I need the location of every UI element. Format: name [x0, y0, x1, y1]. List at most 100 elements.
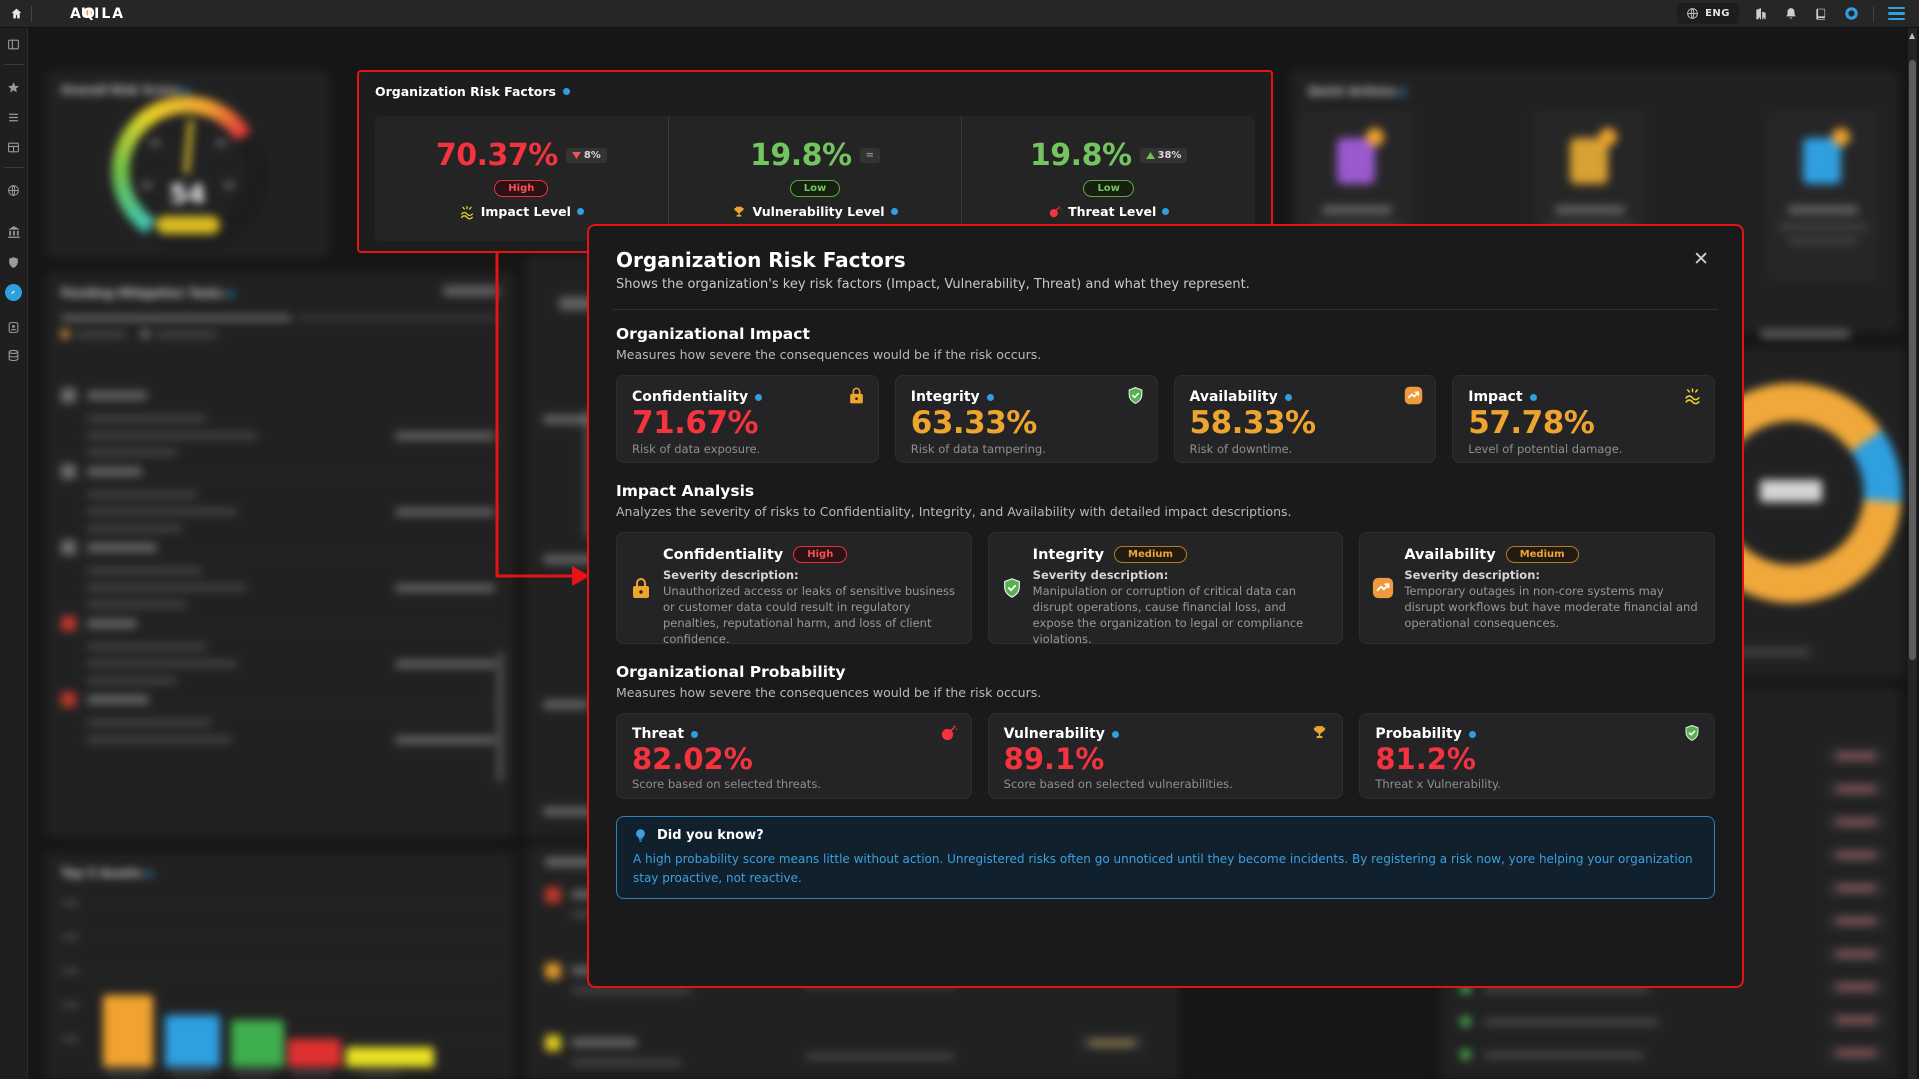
- card-desc: Threat x Vulnerability.: [1375, 777, 1699, 791]
- impact-wave-icon: [459, 204, 475, 220]
- vulnerability-card: Vulnerability 89.1% Score based on selec…: [988, 713, 1344, 799]
- building-icon[interactable]: [1753, 6, 1769, 22]
- sidebar-favorites-icon[interactable]: [6, 79, 22, 95]
- info-dot[interactable]: [577, 208, 584, 215]
- card-title: Integrity: [1033, 547, 1104, 563]
- card-value: 57.78%: [1468, 406, 1699, 440]
- lock-icon: [847, 386, 866, 405]
- bar-2: [165, 1015, 220, 1067]
- modal-divider: [613, 309, 1718, 310]
- sidebar-shield-icon[interactable]: [6, 254, 22, 270]
- risk-card-title: Organization Risk Factors: [375, 84, 1255, 99]
- vulnerability-delta-badge: =: [860, 148, 880, 163]
- sidebar-divider: [4, 64, 24, 65]
- modal-subtitle: Shows the organization's key risk factor…: [616, 277, 1250, 292]
- impact-value: 70.37%: [436, 138, 558, 173]
- topbar-divider: [1873, 6, 1874, 22]
- card-desc: Risk of data tampering.: [911, 442, 1142, 456]
- tip-title: Did you know?: [657, 828, 764, 843]
- info-dot[interactable]: [755, 394, 762, 401]
- severity-pill: Medium: [1506, 546, 1579, 563]
- sidebar-panels-icon[interactable]: [6, 36, 22, 52]
- bar-3: [231, 1020, 284, 1067]
- book-icon[interactable]: [1813, 6, 1829, 22]
- impact-section-subheading: Measures how severe the consequences wou…: [616, 347, 1715, 362]
- triangle-up-icon: [1146, 152, 1155, 159]
- threat-level-metric: 19.8% 38% Low Threat Level: [961, 116, 1255, 241]
- info-dot[interactable]: [563, 88, 570, 95]
- bar-5: [346, 1047, 434, 1067]
- overall-risk-score-card: Overall Risk Score 54: [45, 70, 330, 258]
- trophy-icon: [732, 205, 746, 219]
- impact-section-heading: Organizational Impact: [616, 325, 1715, 343]
- integrity-card: Integrity 63.33% Risk of data tampering.: [895, 375, 1158, 463]
- did-you-know-banner: Did you know? A high probability score m…: [616, 816, 1715, 899]
- trend-icon: [1372, 546, 1394, 630]
- card-value: 71.67%: [632, 406, 863, 440]
- availability-card: Availability 58.33% Risk of downtime.: [1174, 375, 1437, 463]
- help-ring-icon[interactable]: [1843, 6, 1859, 22]
- info-dot[interactable]: [1112, 731, 1119, 738]
- info-dot[interactable]: [691, 731, 698, 738]
- topbar: AQUILA ENG: [0, 0, 1919, 28]
- sidebar-institution-icon[interactable]: [6, 224, 22, 240]
- shield-check-icon: [1126, 386, 1145, 405]
- scroll-up-arrow[interactable]: ▲: [1909, 31, 1915, 40]
- quick-action-respond: [1766, 110, 1880, 282]
- risk-metrics-panel: 70.37% 8% High Impact Level 19.8% = Low: [375, 116, 1255, 241]
- impact-level-label: Impact Level: [459, 204, 584, 220]
- analysis-section-subheading: Analyzes the severity of risks to Confid…: [616, 504, 1715, 519]
- card-title: Confidentiality: [632, 389, 748, 405]
- trophy-icon: [1311, 724, 1330, 743]
- home-icon[interactable]: [8, 6, 24, 22]
- card-title: Confidentiality: [663, 547, 783, 563]
- language-selector[interactable]: ENG: [1677, 3, 1739, 24]
- impact-level-metric: 70.37% 8% High Impact Level: [375, 116, 668, 241]
- card-value: 82.02%: [632, 743, 956, 775]
- language-label: ENG: [1705, 8, 1730, 19]
- brand-logo[interactable]: AQUILA: [70, 6, 125, 22]
- close-icon[interactable]: ✕: [1687, 248, 1715, 271]
- sidebar-risk-dashboard-icon-active[interactable]: [5, 284, 22, 301]
- pending-tasks-title: Pending Mitigation Tasks: [61, 286, 234, 300]
- severity-desc: Temporary outages in non-core systems ma…: [1404, 584, 1700, 632]
- sidebar-divider: [4, 167, 24, 168]
- card-title: Integrity: [911, 389, 980, 405]
- app-window: Overall Risk Score 54 Pending Mitigation…: [0, 0, 1919, 1079]
- threat-level-label: Threat Level: [1048, 204, 1169, 219]
- severity-desc-label: Severity description:: [1404, 568, 1700, 582]
- severity-pill: Medium: [1114, 546, 1187, 563]
- quick-actions-title: Quick Actions: [1308, 84, 1406, 98]
- menu-icon[interactable]: [1888, 7, 1905, 21]
- impact-cards-row: Confidentiality 71.67% Risk of data expo…: [616, 375, 1715, 463]
- card-value: 63.33%: [911, 406, 1142, 440]
- probability-section-subheading: Measures how severe the consequences wou…: [616, 685, 1715, 700]
- pending-mitigation-tasks-card: Pending Mitigation Tasks: [45, 272, 515, 837]
- sidebar-list-icon[interactable]: [6, 109, 22, 125]
- analysis-section-heading: Impact Analysis: [616, 482, 1715, 500]
- scrollbar-thumb[interactable]: [1909, 60, 1916, 660]
- info-dot[interactable]: [1162, 208, 1169, 215]
- vulnerability-level-pill: Low: [790, 180, 840, 197]
- gauge-score: 54: [45, 180, 330, 210]
- analysis-cards-row: Confidentiality High Severity description…: [616, 532, 1715, 644]
- info-dot[interactable]: [987, 394, 994, 401]
- triangle-down-icon: [572, 152, 581, 159]
- severity-desc-label: Severity description:: [1033, 568, 1329, 582]
- info-dot[interactable]: [891, 208, 898, 215]
- severity-pill: High: [793, 546, 847, 563]
- sidebar-layout-icon[interactable]: [6, 139, 22, 155]
- sidebar-web-icon[interactable]: [6, 182, 22, 198]
- page-scrollbar[interactable]: ▲: [1908, 28, 1917, 1079]
- sidebar-database-icon[interactable]: [6, 347, 22, 363]
- bell-icon[interactable]: [1783, 6, 1799, 22]
- severity-desc: Manipulation or corruption of critical d…: [1033, 584, 1329, 647]
- info-dot[interactable]: [1469, 731, 1476, 738]
- info-dot[interactable]: [1285, 394, 1292, 401]
- sidebar-identity-icon[interactable]: [6, 319, 22, 335]
- bomb-icon: [940, 724, 959, 743]
- card-title: Probability: [1375, 726, 1462, 742]
- card-desc: Score based on selected threats.: [632, 777, 956, 791]
- threat-level-pill: Low: [1083, 180, 1133, 197]
- info-dot[interactable]: [1530, 394, 1537, 401]
